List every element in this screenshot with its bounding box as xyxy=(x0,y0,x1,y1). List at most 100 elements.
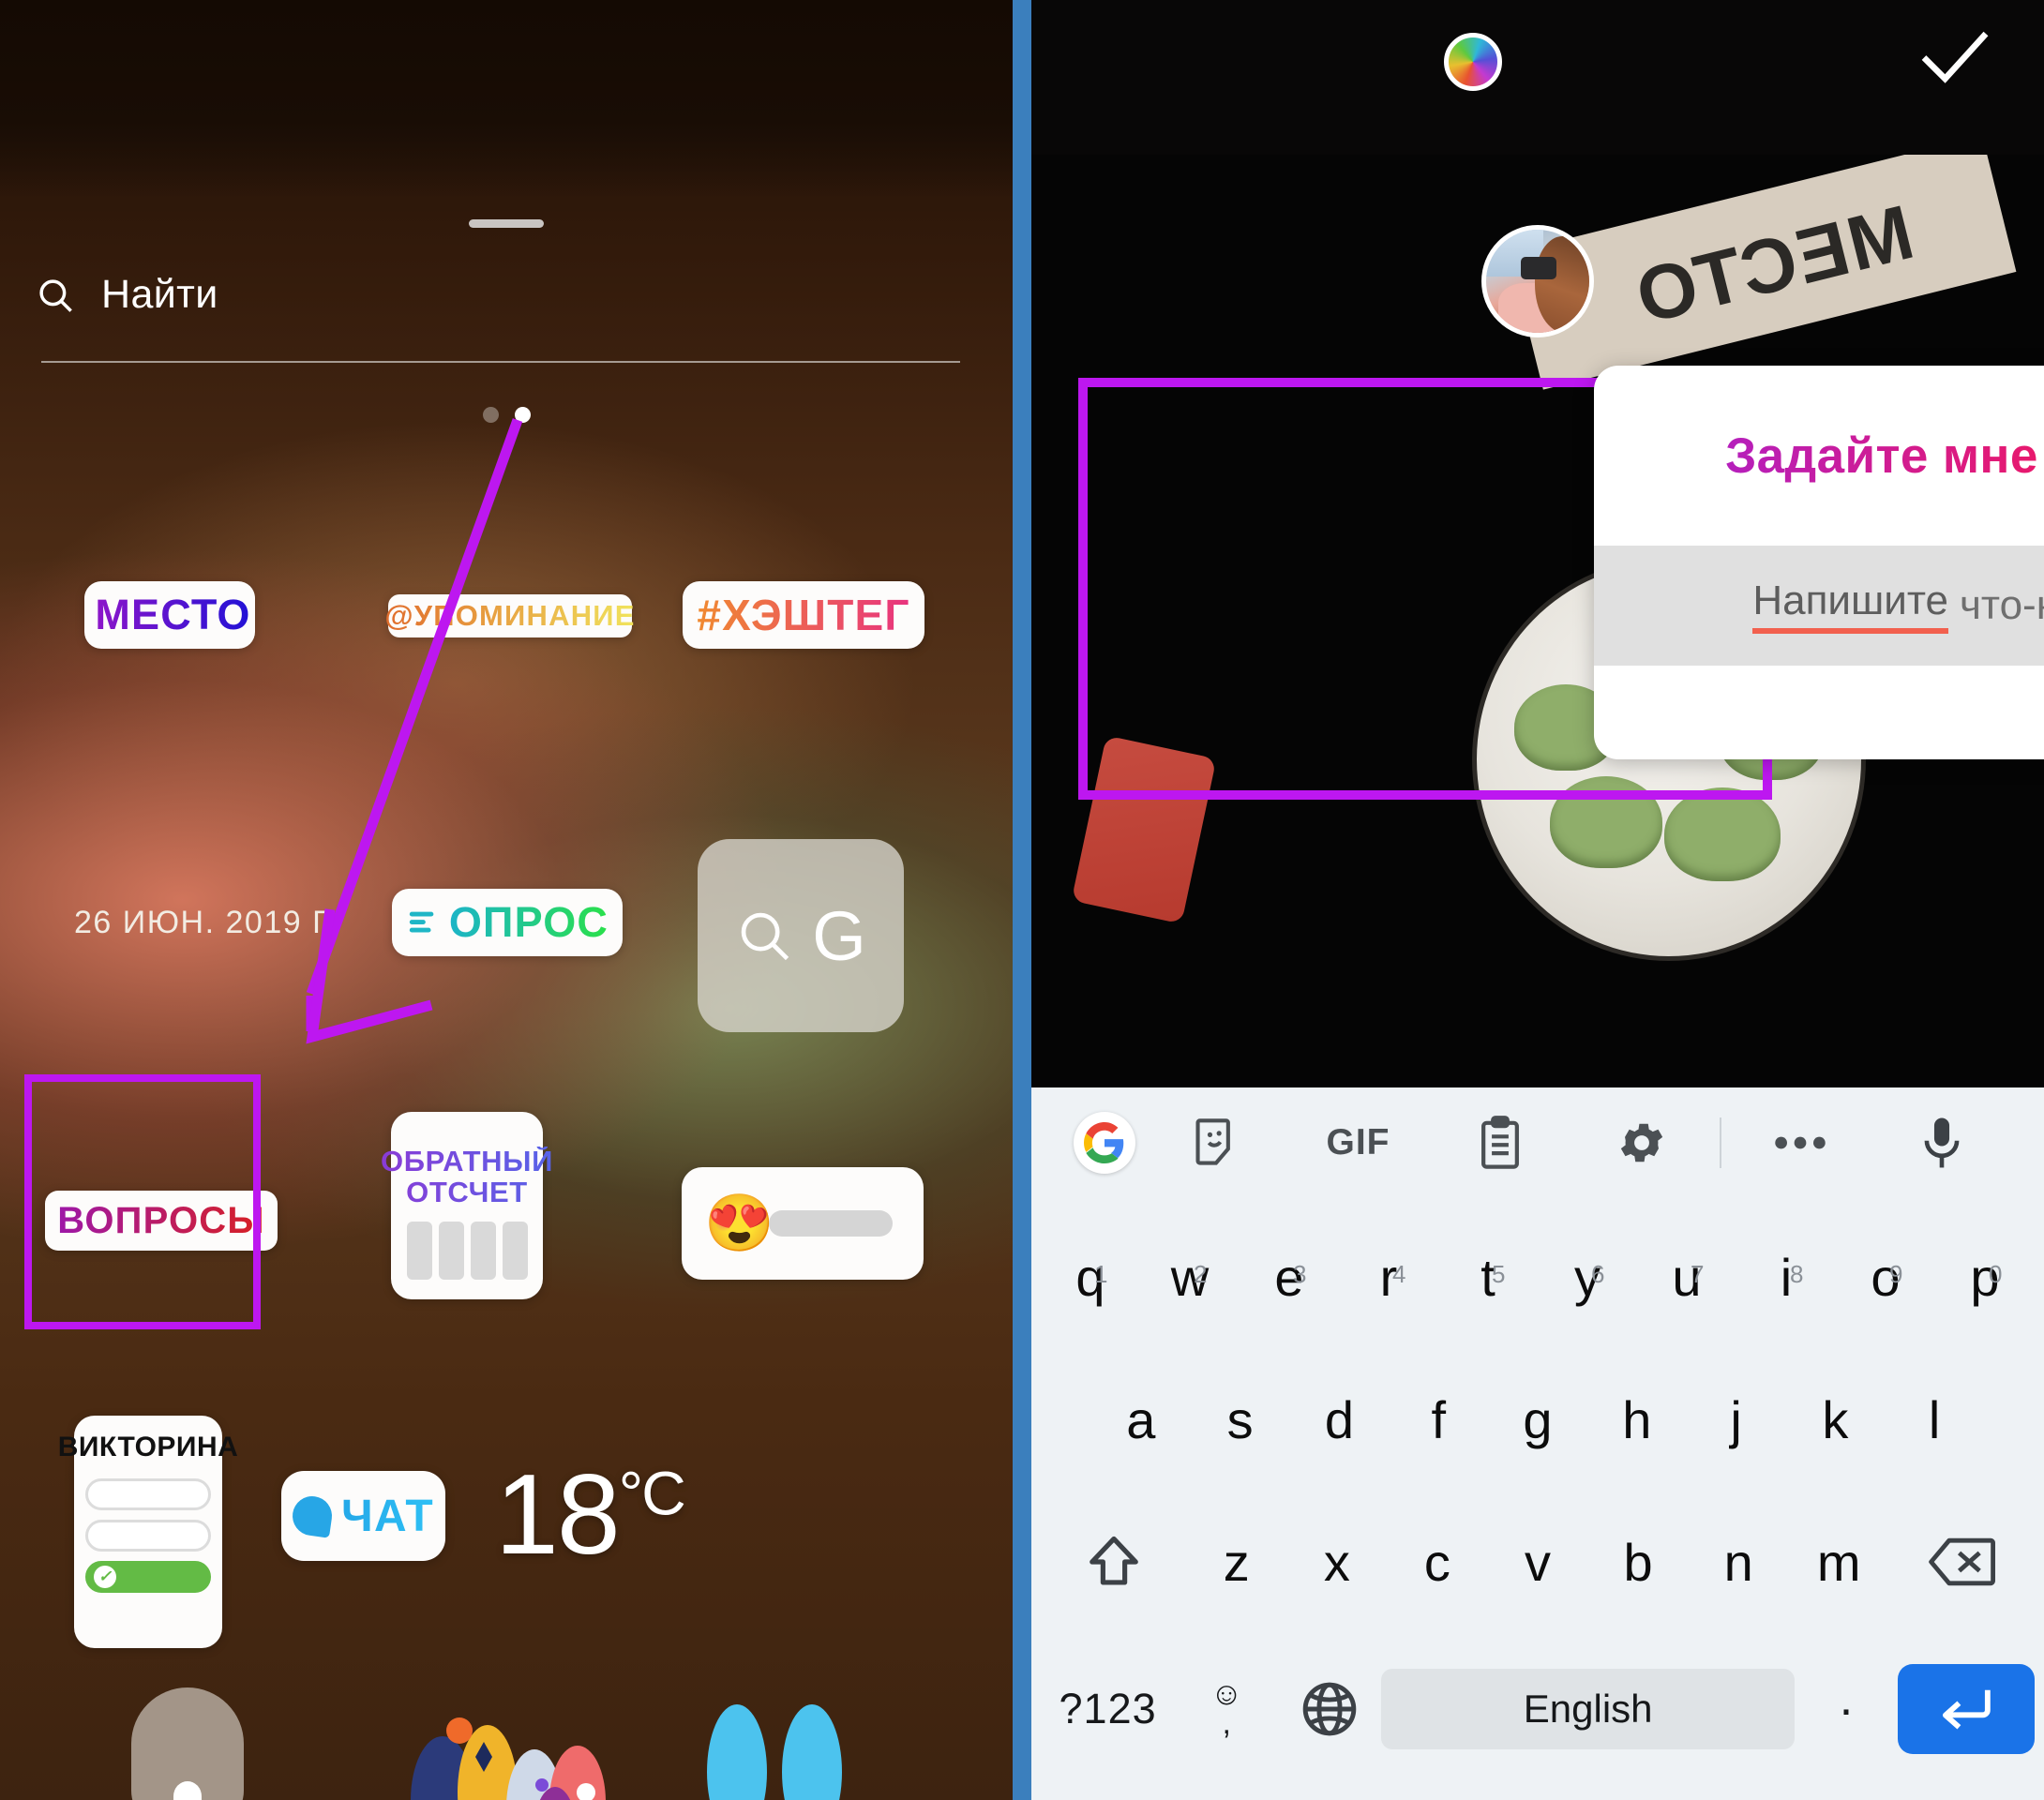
spacebar-key[interactable]: English xyxy=(1381,1669,1795,1749)
google-icon[interactable] xyxy=(1063,1112,1146,1174)
chat-bubble-icon xyxy=(290,1493,335,1538)
page-dot-1[interactable] xyxy=(482,407,499,423)
sticker-gif-search[interactable]: G xyxy=(698,839,904,1032)
key-e[interactable]: 3e xyxy=(1240,1247,1339,1308)
key-b[interactable]: b xyxy=(1588,1532,1689,1593)
question-sticker-title[interactable]: Задайте мне вопрос xyxy=(1594,366,2044,546)
key-o[interactable]: 9o xyxy=(1836,1247,1935,1308)
screenshot-root: Найти МЕСТО @УПОМИНАНИЕ #ХЭШТЕГ 26 ИЮН. … xyxy=(0,0,2044,1800)
sticker-partial-avatar[interactable] xyxy=(131,1688,244,1800)
on-screen-keyboard: GIF 1 q 2 w 3 e 4 r 5 t 6 y 7 u 8 i 9 o … xyxy=(1031,1088,2044,1800)
keyboard-row-4: ?123 ☺ , English . xyxy=(1041,1633,2036,1785)
search-icon xyxy=(741,912,789,961)
gear-icon[interactable] xyxy=(1571,1117,1712,1169)
answer-placeholder-part1: Напишите xyxy=(1752,578,1948,634)
sticker-poll[interactable]: ОПРОС xyxy=(392,889,623,956)
key-f[interactable]: f xyxy=(1389,1389,1488,1450)
key-n[interactable]: n xyxy=(1689,1532,1789,1593)
clipboard-icon[interactable] xyxy=(1429,1116,1571,1170)
sticker-quiz[interactable]: ВИКТОРИНА ✓ xyxy=(58,1416,238,1648)
backspace-icon[interactable] xyxy=(1889,1536,2035,1588)
question-answer-input[interactable]: Напишите что-нибудь... xyxy=(1594,546,2044,666)
tray-top-fade xyxy=(0,0,1013,197)
sticker-questions[interactable]: ВОПРОСЫ xyxy=(45,1191,278,1251)
key-i[interactable]: 8i xyxy=(1736,1247,1836,1308)
key-l[interactable]: l xyxy=(1885,1389,1984,1450)
sticker-search-row[interactable]: Найти xyxy=(36,272,973,318)
sticker-hashtag[interactable]: #ХЭШТЕГ xyxy=(683,581,924,649)
search-underline xyxy=(41,361,960,363)
key-h[interactable]: h xyxy=(1587,1389,1687,1450)
period-key[interactable]: . xyxy=(1795,1671,1898,1748)
question-sticker-card[interactable]: Задайте мне вопрос Напишите что-нибудь..… xyxy=(1594,366,2044,759)
key-r[interactable]: 4r xyxy=(1339,1247,1438,1308)
keyboard-row-3: z x c v b n m xyxy=(1041,1491,2035,1633)
avatar xyxy=(1481,225,1594,338)
key-g[interactable]: g xyxy=(1488,1389,1587,1450)
question-title-part1: Задайте мне xyxy=(1725,428,2038,484)
countdown-digit-boxes xyxy=(406,1222,528,1281)
check-icon: ✓ xyxy=(94,1566,116,1589)
quiz-options: ✓ xyxy=(85,1478,211,1594)
spacebar-language-label: English xyxy=(1523,1687,1653,1731)
key-u[interactable]: 7u xyxy=(1637,1247,1736,1308)
sticker-location[interactable]: МЕСТО xyxy=(84,581,255,649)
sticker-date-stamp[interactable]: 26 ИЮН. 2019 Г. xyxy=(74,905,338,941)
poll-bars-icon xyxy=(409,911,434,933)
sticker-quiz-label: ВИКТОРИНА xyxy=(57,1432,239,1462)
shift-icon[interactable] xyxy=(1041,1533,1186,1591)
quiz-option-1[interactable] xyxy=(85,1478,211,1511)
sticker-chat[interactable]: ЧАТ xyxy=(281,1471,445,1561)
key-p[interactable]: 0p xyxy=(1935,1247,2035,1308)
key-m[interactable]: m xyxy=(1789,1532,1889,1593)
sticker-mention[interactable]: @УПОМИНАНИЕ xyxy=(384,594,634,638)
globe-icon[interactable] xyxy=(1278,1680,1381,1738)
key-y[interactable]: 6y xyxy=(1538,1247,1637,1308)
symbols-key[interactable]: ?123 xyxy=(1041,1685,1175,1733)
color-wheel-icon[interactable] xyxy=(1444,33,1502,91)
key-x[interactable]: x xyxy=(1286,1532,1387,1593)
sticker-countdown-label: ОБРАТНЫЙ ОТСЧЕТ xyxy=(381,1144,553,1208)
done-check-icon[interactable] xyxy=(1918,26,1991,91)
toolbar-divider xyxy=(1720,1118,1721,1168)
search-placeholder: Найти xyxy=(101,272,218,317)
key-d[interactable]: d xyxy=(1290,1389,1390,1450)
microphone-icon[interactable] xyxy=(1871,1115,2012,1171)
editor-topbar xyxy=(1031,0,2044,155)
key-j[interactable]: j xyxy=(1687,1389,1786,1450)
key-c[interactable]: c xyxy=(1387,1532,1487,1593)
temperature-unit: °C xyxy=(618,1458,686,1528)
emoji-slider-track[interactable] xyxy=(768,1210,893,1237)
page-dot-2[interactable] xyxy=(514,407,531,423)
quiz-option-3-correct[interactable]: ✓ xyxy=(85,1561,211,1594)
emoji-comma-key[interactable]: ☺ , xyxy=(1175,1679,1278,1741)
sticker-hashtag-label: #ХЭШТЕГ xyxy=(697,591,910,639)
quiz-option-2[interactable] xyxy=(85,1520,211,1552)
sticker-temperature[interactable]: 18°C xyxy=(495,1448,686,1580)
key-q[interactable]: 1q xyxy=(1041,1247,1140,1308)
key-k[interactable]: k xyxy=(1785,1389,1885,1450)
key-z[interactable]: z xyxy=(1186,1532,1286,1593)
key-v[interactable]: v xyxy=(1487,1532,1587,1593)
sticker-mention-label: @УПОМИНАНИЕ xyxy=(384,599,636,632)
keyboard-toolbar: GIF xyxy=(1031,1088,2044,1198)
sticker-tray-panel: Найти МЕСТО @УПОМИНАНИЕ #ХЭШТЕГ 26 ИЮН. … xyxy=(0,0,1013,1800)
key-t[interactable]: 5t xyxy=(1438,1247,1538,1308)
key-a[interactable]: a xyxy=(1091,1389,1191,1450)
sticker-partial-bunny-ears[interactable] xyxy=(694,1688,853,1800)
enter-icon[interactable] xyxy=(1898,1664,2036,1754)
more-icon[interactable] xyxy=(1729,1134,1871,1151)
answer-placeholder-part2: что-нибудь... xyxy=(1960,582,2044,628)
keyboard-row-1: 1q 2w 3e 4r 5t 6y 7u 8i 9o 0p xyxy=(1041,1206,2035,1348)
sticker-icon[interactable] xyxy=(1146,1117,1287,1169)
comma-label: , xyxy=(1222,1705,1231,1741)
search-icon xyxy=(36,276,75,315)
sheet-grabber-handle[interactable] xyxy=(469,219,544,228)
key-s[interactable]: s xyxy=(1191,1389,1290,1450)
sticker-countdown[interactable]: ОБРАТНЫЙ ОТСЧЕТ xyxy=(381,1112,552,1299)
key-w[interactable]: 2w xyxy=(1140,1247,1240,1308)
gif-button[interactable]: GIF xyxy=(1287,1122,1429,1163)
sticker-partial-colorful[interactable] xyxy=(394,1688,619,1800)
sticker-chat-label: ЧАТ xyxy=(341,1491,434,1541)
sticker-emoji-slider[interactable]: 😍 xyxy=(682,1167,924,1280)
